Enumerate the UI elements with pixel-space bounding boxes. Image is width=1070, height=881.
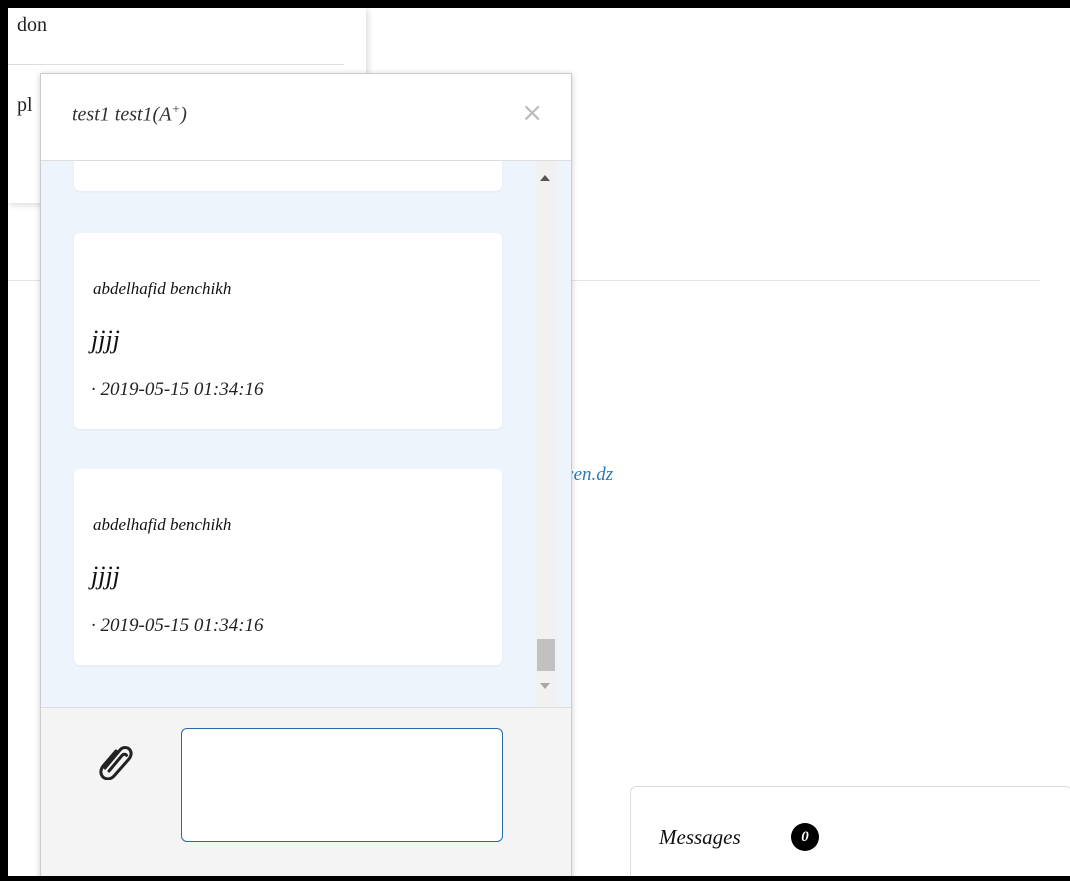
messages-count-badge: 0 [791, 823, 819, 851]
message-input[interactable] [181, 728, 503, 842]
background-list-item[interactable]: don [17, 14, 47, 37]
message-author: abdelhafid benchikh [93, 279, 232, 298]
messages-label: Messages [659, 825, 741, 849]
chat-title-superscript: + [171, 101, 181, 116]
chat-message-card: abdelhafid benchikh jjjj · 2019-05-15 01… [74, 469, 502, 665]
chat-title: test1 test1(A+) [72, 101, 187, 127]
message-text: jjjj [91, 325, 120, 354]
chat-scrollbar[interactable] [535, 161, 557, 707]
message-timestamp: · 2019-05-15 01:34:16 [91, 615, 264, 636]
message-author: abdelhafid benchikh [93, 515, 232, 534]
chat-message-card [74, 161, 502, 191]
chat-message-card: abdelhafid benchikh jjjj · 2019-05-15 01… [74, 233, 502, 429]
chat-composer [41, 707, 571, 876]
chat-window: test1 test1(A+) × abdelhafid benchikh jj… [40, 73, 572, 876]
chat-title-end: ) [180, 103, 187, 126]
chat-title-text: test1 test1(A [72, 103, 172, 126]
background-list-item[interactable]: pl [17, 94, 33, 117]
paperclip-icon[interactable] [97, 738, 133, 780]
messages-widget[interactable]: Messages 0 [630, 786, 1070, 876]
close-icon[interactable]: × [521, 100, 543, 126]
chat-message-list[interactable]: abdelhafid benchikh jjjj · 2019-05-15 01… [41, 161, 571, 707]
message-text: jjjj [91, 561, 120, 590]
scroll-up-arrow-icon[interactable] [540, 175, 550, 181]
page-viewport: don pl emcen.dz n© Messages 0 test1 test… [8, 8, 1070, 876]
divider [8, 64, 344, 65]
scroll-thumb[interactable] [537, 639, 555, 671]
message-timestamp: · 2019-05-15 01:34:16 [91, 379, 264, 400]
scroll-down-arrow-icon[interactable] [540, 683, 550, 689]
chat-header: test1 test1(A+) × [41, 74, 571, 161]
